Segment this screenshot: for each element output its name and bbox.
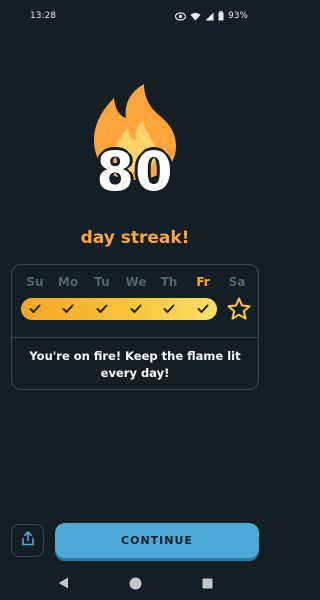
star-icon — [226, 296, 252, 322]
check-icon — [194, 300, 212, 318]
status-time: 13:28 — [30, 11, 56, 21]
share-button[interactable] — [11, 524, 44, 557]
continue-button[interactable]: CONTINUE — [55, 523, 259, 558]
wifi-icon — [190, 12, 201, 21]
streak-progress-bar — [21, 298, 217, 320]
day-label-th: Th — [160, 275, 178, 289]
eye-icon — [174, 11, 186, 21]
streak-message: You're on fire! Keep the flame lit every… — [29, 349, 241, 380]
day-label-we: We — [125, 275, 147, 289]
day-label-sa: Sa — [228, 275, 246, 289]
recents-button[interactable] — [199, 575, 215, 591]
system-nav-bar — [0, 566, 270, 600]
share-icon — [21, 531, 35, 550]
signal-icon — [205, 12, 214, 21]
day-label-fr: Fr — [196, 275, 210, 289]
streak-count: 80 — [96, 140, 174, 203]
status-icons: 93% — [174, 11, 248, 21]
home-button[interactable] — [127, 575, 143, 591]
day-label-tu: Tu — [94, 275, 110, 289]
check-icon — [59, 300, 77, 318]
battery-icon — [218, 11, 224, 21]
streak-label: day streak! — [80, 228, 190, 248]
check-icon — [26, 300, 44, 318]
day-label-mo: Mo — [57, 275, 79, 289]
streak-screen: 13:28 93% 80 day streak! Su Mo Tu We Th … — [0, 0, 270, 600]
check-icon — [93, 300, 111, 318]
status-bar: 13:28 93% — [0, 0, 270, 32]
week-calendar-card: Su Mo Tu We Th Fr Sa You're on fire! Kee… — [11, 264, 259, 390]
battery-percent: 93% — [227, 11, 248, 21]
check-icon — [160, 300, 178, 318]
day-label-su: Su — [26, 275, 44, 289]
back-button[interactable] — [55, 575, 71, 591]
week-row: Su Mo Tu We Th Fr Sa — [12, 265, 258, 338]
check-icon — [127, 300, 145, 318]
